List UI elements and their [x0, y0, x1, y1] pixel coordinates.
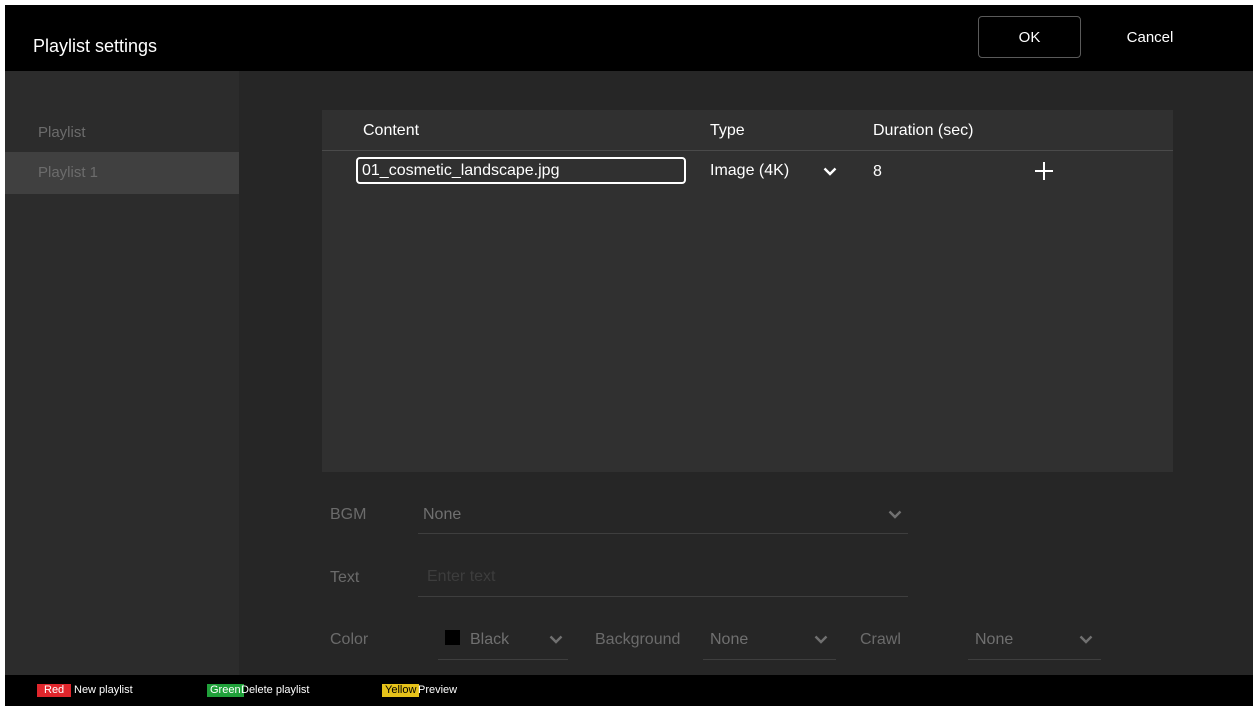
sidebar: Playlist Playlist 1	[5, 71, 239, 675]
color-label: Color	[330, 631, 369, 648]
chevron-down-icon	[888, 510, 902, 519]
content-field[interactable]	[356, 157, 686, 184]
crawl-label: Crawl	[860, 631, 901, 648]
type-value: Image (4K)	[710, 162, 790, 179]
content-table: Content Type Duration (sec) Image (4K) 8	[322, 110, 1173, 472]
color-value: Black	[470, 631, 510, 648]
playlist-settings-screen: Playlist settings OK Cancel Playlist Pla…	[5, 5, 1253, 706]
plus-icon[interactable]	[1034, 161, 1054, 181]
chevron-down-icon	[1079, 635, 1093, 644]
color-underline	[438, 659, 568, 660]
page-title: Playlist settings	[33, 36, 158, 56]
background-value: None	[710, 631, 749, 648]
header-bar: Playlist settings OK Cancel	[5, 5, 1253, 71]
footer-bar: Red New playlist Green Delete playlist Y…	[5, 675, 1253, 706]
delete-playlist-hint: Delete playlist	[241, 684, 310, 696]
cancel-button[interactable]: Cancel	[1110, 16, 1190, 58]
type-dropdown[interactable]: Image (4K)	[710, 157, 840, 185]
preview-hint: Preview	[418, 684, 458, 696]
chevron-down-icon	[549, 635, 563, 644]
column-header-type: Type	[710, 122, 745, 139]
crawl-underline	[968, 659, 1101, 660]
bgm-label: BGM	[330, 506, 367, 523]
bgm-underline	[418, 533, 908, 534]
new-playlist-hint: New playlist	[74, 684, 133, 696]
yellow-key-badge: Yellow	[382, 684, 420, 697]
color-swatch	[445, 630, 460, 645]
crawl-value: None	[975, 631, 1014, 648]
text-label: Text	[330, 569, 360, 586]
main-panel: Content Type Duration (sec) Image (4K) 8…	[239, 71, 1253, 675]
column-header-content: Content	[363, 122, 420, 139]
sidebar-item-label: Playlist 1	[38, 164, 99, 181]
green-key-badge: Green	[207, 684, 244, 697]
header-divider	[322, 150, 1173, 151]
column-header-duration: Duration (sec)	[873, 122, 974, 139]
chevron-down-icon	[823, 167, 837, 176]
sidebar-heading: Playlist	[38, 124, 86, 141]
text-input[interactable]	[418, 563, 917, 591]
red-key-badge: Red	[37, 684, 72, 697]
background-underline	[703, 659, 836, 660]
sidebar-item-playlist-1[interactable]: Playlist 1	[5, 152, 239, 194]
bgm-value: None	[423, 506, 462, 523]
background-label: Background	[595, 631, 681, 648]
ok-button[interactable]: OK	[978, 16, 1081, 58]
text-underline	[418, 596, 908, 597]
duration-value[interactable]: 8	[873, 163, 882, 181]
chevron-down-icon	[814, 635, 828, 644]
